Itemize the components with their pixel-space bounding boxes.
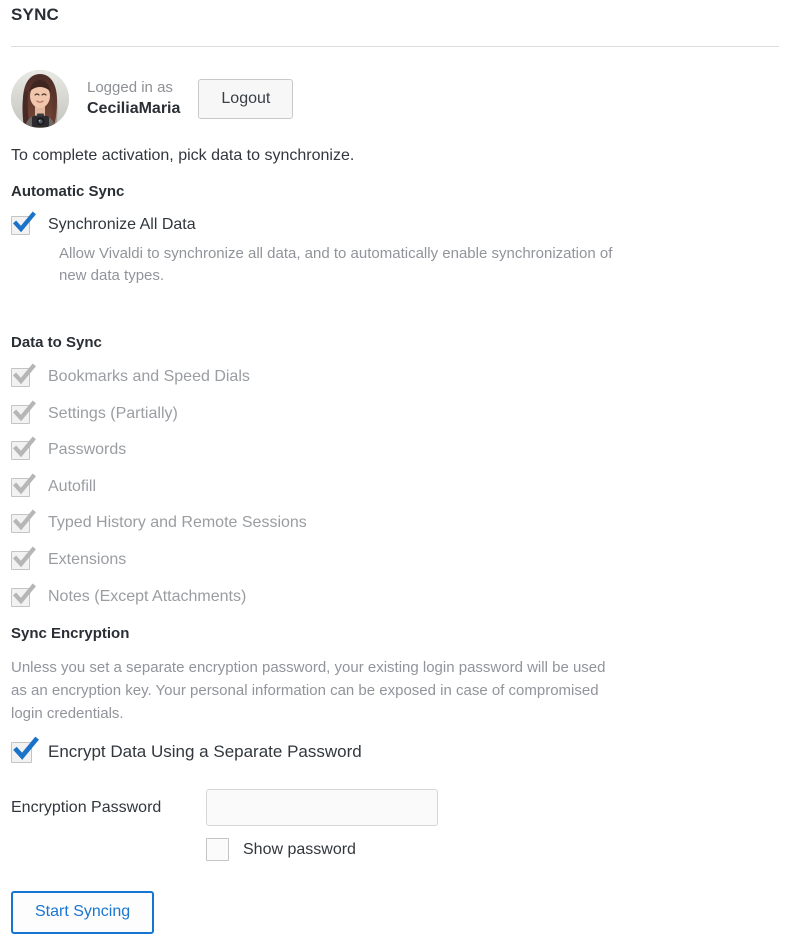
- synchronize-all-data-label: Synchronize All Data: [48, 216, 196, 233]
- sync-encryption-description: Unless you set a separate encryption pas…: [11, 659, 606, 722]
- synchronize-all-data-row[interactable]: Synchronize All Data: [11, 211, 196, 236]
- avatar-photo-icon: [11, 70, 69, 128]
- encrypt-data-label: Encrypt Data Using a Separate Password: [48, 742, 362, 761]
- start-syncing-button[interactable]: Start Syncing: [11, 891, 155, 934]
- data-to-sync-heading: Data to Sync: [11, 334, 102, 351]
- account-row: Logged in as CeciliaMaria Logout: [11, 70, 294, 128]
- logout-button[interactable]: Logout: [198, 79, 294, 119]
- intro-text: To complete activation, pick data to syn…: [11, 147, 355, 164]
- page-title: SYNC: [11, 5, 60, 24]
- show-password-label: Show password: [243, 840, 356, 858]
- data-to-sync-item: Extensions: [11, 546, 307, 571]
- checkbox-checked-icon: [11, 509, 36, 534]
- data-to-sync-item: Settings (Partially): [11, 400, 307, 425]
- data-to-sync-item: Bookmarks and Speed Dials: [11, 363, 307, 388]
- checkbox-checked-icon[interactable]: [11, 211, 36, 235]
- checkbox-checked-icon: [11, 436, 36, 461]
- title-divider: [11, 46, 779, 47]
- data-to-sync-item-label: Notes (Except Attachments): [48, 587, 247, 605]
- sync-encryption-heading: Sync Encryption: [11, 625, 130, 642]
- data-to-sync-item: Passwords: [11, 436, 307, 461]
- account-text: Logged in as CeciliaMaria: [87, 79, 180, 119]
- checkbox-checked-icon[interactable]: [11, 736, 39, 763]
- data-to-sync-item-label: Settings (Partially): [48, 404, 178, 422]
- synchronize-all-data-description: Allow Vivaldi to synchronize all data, a…: [59, 245, 613, 284]
- encryption-password-row: Encryption Password: [11, 789, 438, 826]
- data-to-sync-item: Autofill: [11, 473, 307, 498]
- checkbox-checked-icon: [11, 583, 36, 607]
- show-password-row[interactable]: Show password: [206, 838, 356, 861]
- data-to-sync-item-label: Extensions: [48, 550, 127, 568]
- account-username: CeciliaMaria: [87, 99, 181, 117]
- data-to-sync-item: Typed History and Remote Sessions: [11, 509, 307, 534]
- checkbox-checked-icon: [11, 546, 36, 570]
- automatic-sync-heading: Automatic Sync: [11, 183, 125, 200]
- checkbox-unchecked-icon[interactable]: [206, 838, 229, 861]
- checkbox-checked-icon: [11, 400, 36, 424]
- data-to-sync-item-label: Autofill: [48, 477, 97, 495]
- data-to-sync-item-label: Passwords: [48, 441, 127, 459]
- encryption-password-input[interactable]: [206, 789, 438, 826]
- avatar: [11, 70, 69, 128]
- encrypt-data-row[interactable]: Encrypt Data Using a Separate Password: [11, 736, 362, 764]
- data-to-sync-item-label: Bookmarks and Speed Dials: [48, 368, 250, 385]
- sync-settings-page: SYNC Logged in as CeciliaMaria Logout To…: [0, 0, 793, 943]
- data-to-sync-list: Bookmarks and Speed Dials Settings (Parti…: [11, 363, 307, 622]
- checkbox-checked-icon: [11, 363, 36, 387]
- logged-in-label: Logged in as: [87, 79, 173, 97]
- encryption-password-label: Encryption Password: [11, 798, 162, 816]
- checkbox-checked-icon: [11, 473, 36, 497]
- data-to-sync-item-label: Typed History and Remote Sessions: [48, 514, 307, 532]
- data-to-sync-item: Notes (Except Attachments): [11, 583, 307, 608]
